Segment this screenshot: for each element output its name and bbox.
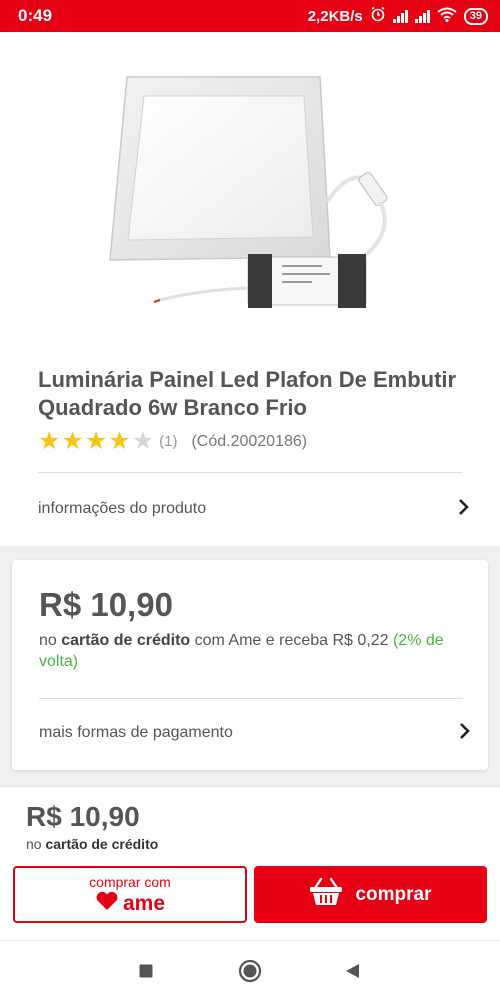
star-icon: ★ xyxy=(108,427,131,455)
heart-icon xyxy=(95,891,119,916)
wifi-icon xyxy=(437,7,457,26)
product-title: Luminária Painel Led Plafon De Embutir Q… xyxy=(38,367,457,420)
star-icon: ★ xyxy=(38,427,61,455)
bottom-buy-bar: R$ 10,90 no cartão de crédito comprar co… xyxy=(0,786,500,940)
card-price: R$ 10,90 xyxy=(39,586,173,623)
status-icons: 2,2KB/s 39 xyxy=(308,6,488,26)
more-payments-link[interactable]: mais formas de pagamento xyxy=(39,700,471,766)
star-icon: ★ xyxy=(61,427,84,455)
rating-stars: ★ ★ ★ ★ ★ xyxy=(38,429,154,454)
desc-middle: com Ame e receba R$ 0,22 xyxy=(190,632,393,649)
triangle-back-icon[interactable] xyxy=(340,959,364,983)
signal-icon xyxy=(414,9,430,23)
rating-row[interactable]: ★ ★ ★ ★ ★ (1) (Cód.20020186) xyxy=(38,429,307,454)
chevron-right-icon xyxy=(459,720,471,746)
battery-icon: 39 xyxy=(463,7,488,25)
product-info-label: informações do produto xyxy=(38,500,207,517)
status-bar: 0:49 2,2KB/s 39 xyxy=(0,0,500,32)
divider xyxy=(38,472,462,473)
divider xyxy=(39,698,463,699)
buy-button[interactable]: comprar xyxy=(254,866,487,923)
shopping-basket-icon xyxy=(309,877,343,912)
desc-prefix: no xyxy=(39,632,62,649)
ame-logo: ame xyxy=(95,891,165,916)
network-speed: 2,2KB/s xyxy=(307,7,363,25)
bottom-price-subtitle: no cartão de crédito xyxy=(26,836,158,852)
signal-icon xyxy=(392,9,408,23)
square-icon[interactable] xyxy=(134,959,158,983)
ame-brand-text: ame xyxy=(122,891,166,915)
status-time: 0:49 xyxy=(18,6,53,25)
desc-credit-card: cartão de crédito xyxy=(61,632,191,649)
card-price-description: no cartão de crédito com Ame e receba R$… xyxy=(39,630,469,672)
chevron-right-icon xyxy=(458,496,470,522)
price-card: R$ 10,90 no cartão de crédito com Ame e … xyxy=(12,560,488,770)
buy-button-label: comprar xyxy=(355,883,432,905)
product-code: (Cód.20020186) xyxy=(191,432,308,450)
star-icon: ★ xyxy=(131,427,155,455)
sub-prefix: no xyxy=(26,836,46,852)
more-payments-label: mais formas de pagamento xyxy=(39,724,233,741)
alarm-icon xyxy=(370,6,386,26)
sub-credit-card: cartão de crédito xyxy=(45,836,159,852)
bottom-price: R$ 10,90 xyxy=(26,801,140,832)
star-icon: ★ xyxy=(84,427,108,455)
rating-count: (1) xyxy=(159,433,178,450)
circle-icon[interactable] xyxy=(238,959,262,983)
system-nav-bar xyxy=(0,940,500,1000)
ame-button-label: comprar com xyxy=(89,874,171,890)
product-info-link[interactable]: informações do produto xyxy=(38,474,470,544)
buy-with-ame-button[interactable]: comprar com ame xyxy=(13,866,247,923)
product-image[interactable] xyxy=(0,32,500,362)
